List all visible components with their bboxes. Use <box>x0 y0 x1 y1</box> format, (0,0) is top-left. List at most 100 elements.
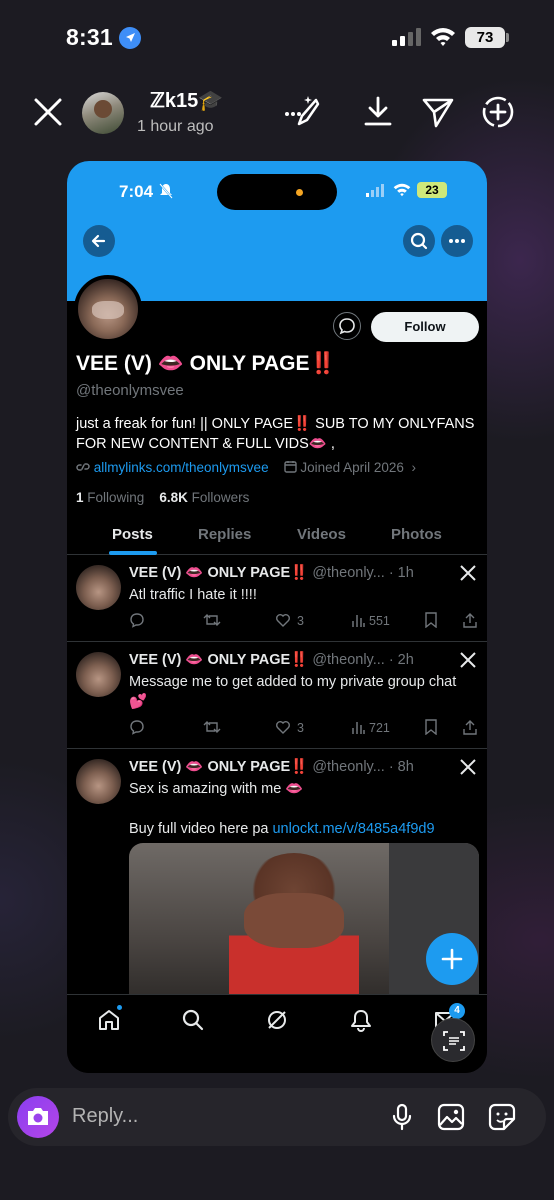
tweet-text: Atl traffic I hate it !!!! <box>129 587 257 603</box>
profile-handle: @theonlymsvee <box>76 382 184 399</box>
x-logo-icon <box>460 759 476 775</box>
following-label[interactable]: Following <box>87 490 144 505</box>
reply-bar: Reply... <box>8 1088 546 1146</box>
follow-button[interactable]: Follow <box>371 312 479 342</box>
message-button[interactable] <box>333 312 361 340</box>
back-arrow-icon <box>91 234 106 248</box>
views-icon[interactable] <box>351 612 365 628</box>
wifi-icon <box>431 28 455 46</box>
close-icon[interactable] <box>30 94 66 130</box>
tweet-link[interactable]: unlockt.me/v/8485a4f9d9 <box>272 821 434 837</box>
view-count: 551 <box>369 614 390 628</box>
sparkle-brush-icon[interactable] <box>284 94 320 130</box>
sticker-icon[interactable] <box>487 1102 517 1132</box>
message-icon <box>339 318 355 335</box>
story-user-name[interactable]: ℤk15🎓 <box>150 88 223 113</box>
camera-button[interactable] <box>17 1096 59 1138</box>
signal-icon <box>392 28 421 46</box>
bookmark-icon[interactable] <box>424 719 438 735</box>
search-button[interactable] <box>403 225 435 257</box>
tweet-author[interactable]: VEE (V) 👄 ONLY PAGE‼️ <box>129 759 308 775</box>
tweet-handle-time: @theonly... · 8h <box>312 759 414 775</box>
more-button[interactable] <box>441 225 473 257</box>
tweet-author[interactable]: VEE (V) 👄 ONLY PAGE‼️ <box>129 565 308 581</box>
repost-icon[interactable] <box>203 612 221 628</box>
bell-muted-icon <box>159 183 173 199</box>
dynamic-island <box>217 174 337 210</box>
profile-bio: just a freak for fun! || ONLY PAGE‼️ SUB… <box>76 416 475 452</box>
followers-label[interactable]: Followers <box>192 490 250 505</box>
tweet-handle-time: @theonly... · 1h <box>312 565 414 581</box>
download-icon[interactable] <box>360 94 396 130</box>
tab-photos[interactable]: Photos <box>391 526 442 543</box>
profile-banner: 7:04 23 <box>67 161 487 301</box>
battery-nub <box>506 33 509 42</box>
followers-count[interactable]: 6.8K <box>159 490 188 505</box>
following-count[interactable]: 1 <box>76 490 84 505</box>
send-icon[interactable] <box>420 94 456 130</box>
add-circle-icon[interactable] <box>480 94 516 130</box>
x-logo-icon <box>460 652 476 668</box>
story-header: ℤk15🎓 1 hour ago <box>0 86 554 142</box>
inner-status-time: 7:04 <box>119 182 154 201</box>
notifications-icon[interactable] <box>348 1007 374 1033</box>
tweet-handle-time: @theonly... · 2h <box>312 652 414 668</box>
tweet-item[interactable]: VEE (V) 👄 ONLY PAGE‼️ @theonly... · 2h M… <box>67 643 487 749</box>
search-icon <box>410 232 428 250</box>
avatar[interactable] <box>82 92 124 134</box>
profile-name: VEE (V) 👄 ONLY PAGE‼️ <box>76 352 336 375</box>
scan-text-icon <box>443 1031 465 1051</box>
profile-link[interactable]: allmylinks.com/theonlymsvee <box>94 460 269 475</box>
camera-icon <box>28 1108 48 1125</box>
messages-badge: 4 <box>449 1003 465 1019</box>
tweet-item[interactable]: VEE (V) 👄 ONLY PAGE‼️ @theonly... · 1h A… <box>67 556 487 642</box>
tweet-avatar[interactable] <box>76 565 121 610</box>
like-count: 3 <box>297 721 304 735</box>
grok-icon[interactable] <box>264 1007 290 1033</box>
share-icon[interactable] <box>463 612 477 628</box>
tab-replies[interactable]: Replies <box>198 526 251 543</box>
inner-signal-icon <box>366 184 384 197</box>
view-count: 721 <box>369 721 390 735</box>
gallery-icon[interactable] <box>436 1102 466 1132</box>
views-icon[interactable] <box>351 719 365 735</box>
repost-icon[interactable] <box>203 719 221 735</box>
calendar-icon <box>283 461 297 473</box>
follow-stats: 1 Following 6.8K Followers <box>76 490 249 505</box>
story-time-ago: 1 hour ago <box>137 118 214 135</box>
tweet-actions: 3 721 <box>129 719 479 739</box>
tweet-avatar[interactable] <box>76 759 121 804</box>
battery-level: 73 <box>465 27 505 48</box>
tweet-actions: 3 551 <box>129 612 479 632</box>
like-count: 3 <box>297 614 304 628</box>
home-icon[interactable] <box>96 1007 122 1033</box>
reply-input[interactable]: Reply... <box>72 1105 138 1128</box>
back-button[interactable] <box>83 225 115 257</box>
active-tab-indicator <box>109 551 157 555</box>
tweet-avatar[interactable] <box>76 652 121 697</box>
microphone-icon[interactable] <box>387 1102 417 1132</box>
bookmark-icon[interactable] <box>424 612 438 628</box>
compose-button[interactable] <box>426 933 478 985</box>
tab-posts[interactable]: Posts <box>112 526 153 543</box>
profile-avatar[interactable] <box>74 275 142 343</box>
plus-icon <box>441 948 463 970</box>
media-detail <box>244 893 344 948</box>
share-icon[interactable] <box>463 719 477 735</box>
reply-icon[interactable] <box>129 719 145 735</box>
bottom-nav: 4 <box>67 994 487 1073</box>
like-icon[interactable] <box>275 612 291 628</box>
inner-battery: 23 <box>417 182 447 198</box>
chevron-right-icon: › <box>407 460 416 475</box>
tab-videos[interactable]: Videos <box>297 526 346 543</box>
search-icon[interactable] <box>180 1007 206 1033</box>
like-icon[interactable] <box>275 719 291 735</box>
tweet-text: Sex is amazing with me 👄 <box>129 781 304 797</box>
status-bar: 8:31 73 <box>0 0 554 76</box>
location-arrow-icon <box>119 27 141 49</box>
shared-screenshot: 7:04 23 Follow VEE (V) 👄 ONLY PAGE‼️ @th… <box>67 161 487 1073</box>
tweet-author[interactable]: VEE (V) 👄 ONLY PAGE‼️ <box>129 652 308 668</box>
text-scan-button[interactable] <box>431 1018 475 1062</box>
reply-icon[interactable] <box>129 612 145 628</box>
tweet-text: Message me to get added to my private gr… <box>129 674 457 710</box>
